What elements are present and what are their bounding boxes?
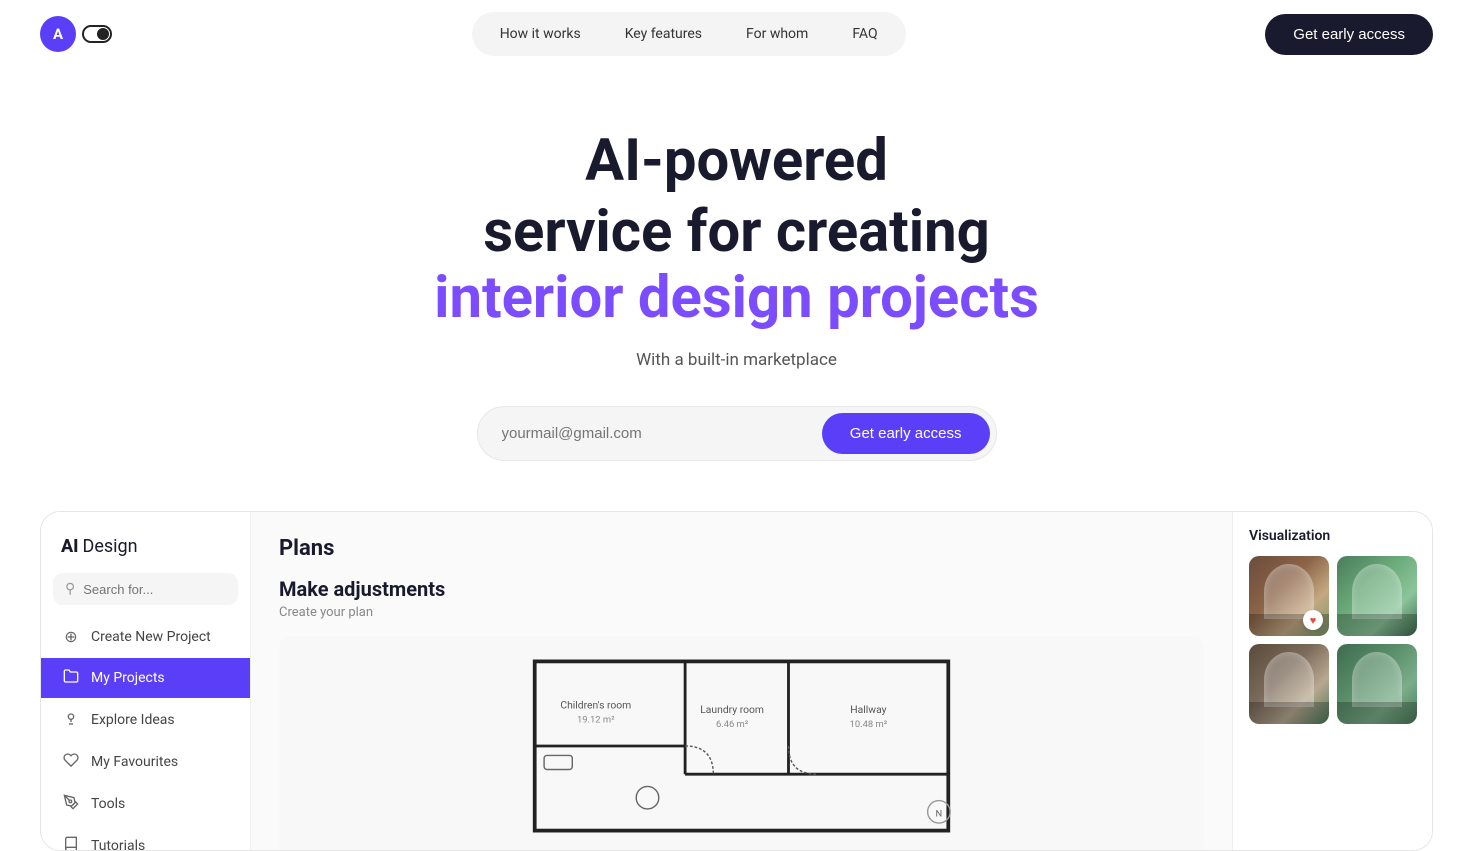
bath-vanity-decoration (1337, 702, 1417, 724)
svg-text:19.12 m²: 19.12 m² (577, 715, 615, 726)
search-icon: ⚲ (65, 581, 75, 597)
brand-ai: AI (61, 536, 79, 557)
hero-title-accent: interior design projects (40, 265, 1433, 332)
sidebar-item-tutorials[interactable]: Tutorials (41, 826, 250, 851)
sidebar-nav: ⊕ Create New Project My Projects (41, 617, 250, 851)
pen-tool-icon (61, 794, 81, 814)
svg-text:Hallway: Hallway (850, 703, 886, 716)
sidebar-item-tools[interactable]: Tools (41, 784, 250, 824)
sidebar-item-label: Tutorials (91, 838, 145, 851)
viz-panel: Visualization ♥ (1232, 512, 1432, 850)
sidebar-item-explore-ideas[interactable]: Explore Ideas (41, 700, 250, 740)
hero-title-line1: AI-powered (40, 128, 1433, 195)
sidebar-item-my-favourites[interactable]: My Favourites (41, 742, 250, 782)
hero-subtitle: With a built-in marketplace (40, 350, 1433, 370)
svg-text:Children's room: Children's room (560, 698, 631, 711)
sidebar-item-create-new-project[interactable]: ⊕ Create New Project (41, 617, 250, 656)
logo-icon: A (40, 16, 76, 52)
plans-description: Create your plan (279, 605, 1204, 620)
svg-text:Laundry room: Laundry room (700, 703, 764, 716)
sidebar: AIDesign ⚲ ⊕ Create New Project My Proje… (41, 512, 251, 850)
viz-thumb-2[interactable] (1337, 556, 1417, 636)
sidebar-item-label: My Projects (91, 670, 165, 686)
svg-text:6.46 m²: 6.46 m² (716, 719, 749, 730)
app-mockup: AIDesign ⚲ ⊕ Create New Project My Proje… (40, 511, 1433, 851)
bath-mirror-decoration (1352, 652, 1402, 707)
svg-text:10.48 m²: 10.48 m² (850, 719, 888, 730)
sidebar-brand: AIDesign (41, 532, 250, 573)
logo: A (40, 16, 112, 52)
email-submit-button[interactable]: Get early access (822, 413, 990, 454)
bath-mirror-decoration (1264, 652, 1314, 707)
nav-link-faq[interactable]: FAQ (832, 18, 897, 50)
bath-vanity-decoration (1337, 614, 1417, 636)
bath-mirror-decoration (1352, 564, 1402, 619)
heart-icon (61, 752, 81, 772)
search-input[interactable] (83, 582, 226, 597)
folder-icon (61, 668, 81, 688)
nav-cta-button[interactable]: Get early access (1265, 14, 1433, 55)
hero-section: AI-powered service for creating interior… (0, 68, 1473, 511)
nav-links: How it works Key features For whom FAQ (472, 12, 906, 56)
viz-thumb-1[interactable]: ♥ (1249, 556, 1329, 636)
sidebar-item-label: Tools (91, 796, 125, 812)
sidebar-item-my-projects[interactable]: My Projects (41, 658, 250, 698)
brand-design: Design (83, 536, 138, 557)
logo-toggle (82, 25, 112, 43)
svg-text:N: N (936, 809, 943, 820)
heart-badge: ♥ (1303, 610, 1323, 630)
sidebar-item-label: Explore Ideas (91, 712, 175, 728)
floor-plan-container: Children's room 19.12 m² Laundry room 6.… (279, 636, 1204, 850)
viz-thumb-3[interactable] (1249, 644, 1329, 724)
viz-grid: ♥ (1249, 556, 1416, 724)
email-form: Get early access (477, 406, 997, 461)
floor-plan-svg: Children's room 19.12 m² Laundry room 6.… (295, 652, 1188, 840)
book-icon (61, 836, 81, 851)
lightbulb-icon (61, 710, 81, 730)
plans-title: Make adjustments (279, 577, 1204, 601)
bath-vanity-decoration (1249, 702, 1329, 724)
nav-link-how-it-works[interactable]: How it works (480, 18, 601, 50)
plans-section-label: Plans (279, 536, 1204, 561)
nav-link-key-features[interactable]: Key features (605, 18, 722, 50)
main-content: Plans Make adjustments Create your plan … (251, 512, 1232, 850)
viz-thumb-4[interactable] (1337, 644, 1417, 724)
navbar: A How it works Key features For whom FAQ… (0, 0, 1473, 68)
hero-title-line2: service for creating (40, 199, 1433, 266)
nav-link-for-whom[interactable]: For whom (726, 18, 828, 50)
email-input[interactable] (502, 417, 822, 450)
plus-circle-icon: ⊕ (61, 627, 81, 646)
sidebar-item-label: Create New Project (91, 629, 211, 645)
viz-title: Visualization (1249, 528, 1416, 544)
sidebar-search[interactable]: ⚲ (53, 573, 238, 605)
